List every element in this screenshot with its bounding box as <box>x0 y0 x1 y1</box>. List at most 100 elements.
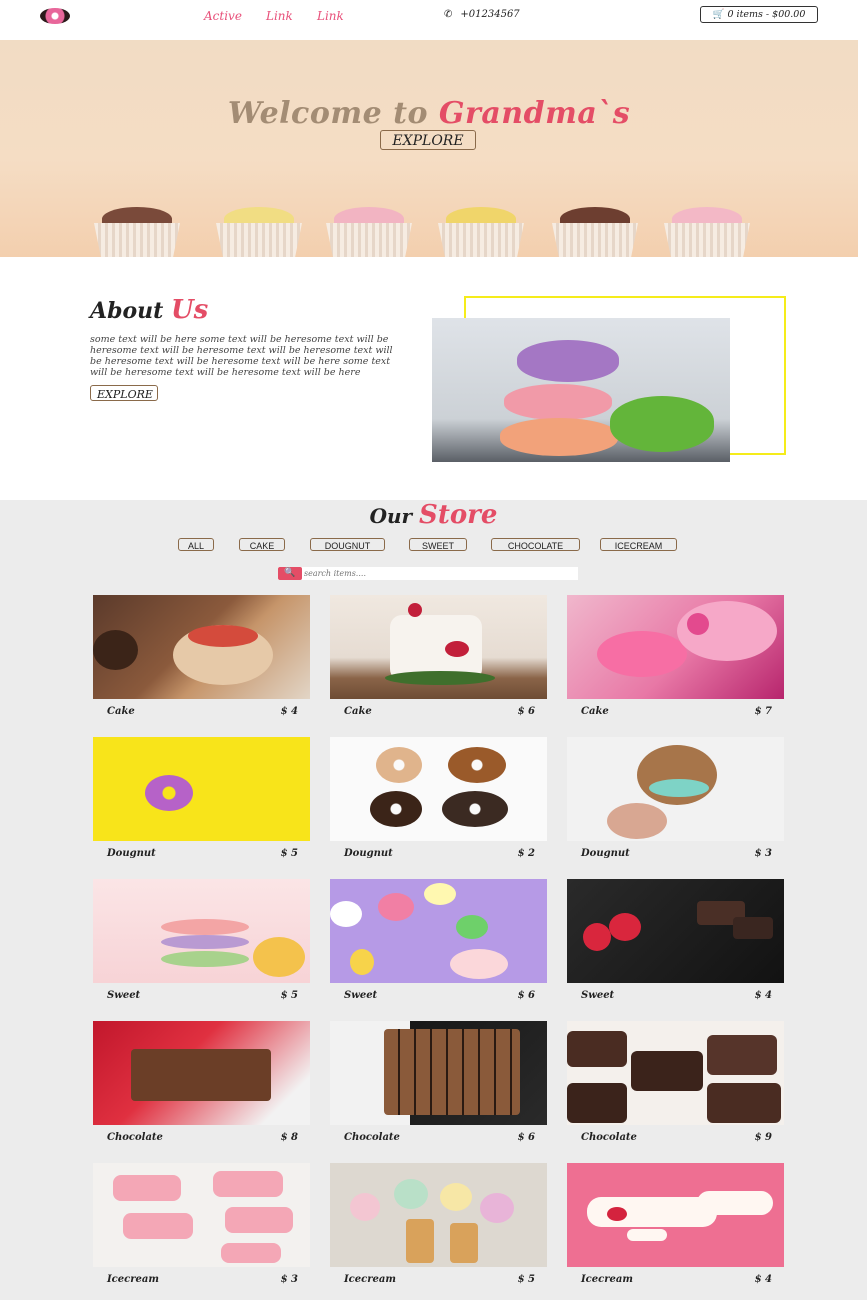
donut-logo-icon[interactable] <box>40 8 70 24</box>
product-price: $ 8 <box>280 1132 298 1143</box>
product-image[interactable] <box>567 737 784 841</box>
search-icon[interactable]: 🔍 <box>278 567 302 580</box>
product-price: $ 5 <box>517 1274 535 1285</box>
product-name: Chocolate <box>107 1132 163 1143</box>
product-name: Cake <box>344 706 372 717</box>
product-image[interactable] <box>330 737 547 841</box>
filter-icecream-button[interactable]: ICECREAM <box>600 538 677 551</box>
product-card[interactable]: Icecream $ 4 <box>567 1163 784 1298</box>
store-title-accent: Store <box>419 500 498 530</box>
product-card[interactable]: Cake $ 7 <box>567 595 784 730</box>
hero-title-accent: Grandma`s <box>438 96 631 131</box>
product-price: $ 3 <box>754 848 772 859</box>
store-title-prefix: Our <box>369 504 420 528</box>
filter-dougnut-button[interactable]: DOUGNUT <box>310 538 385 551</box>
product-image[interactable] <box>93 1163 310 1267</box>
product-name: Dougnut <box>581 848 630 859</box>
product-name: Cake <box>581 706 609 717</box>
product-image[interactable] <box>330 595 547 699</box>
product-card[interactable]: Icecream $ 3 <box>93 1163 310 1298</box>
navbar: Active Link Link ✆ +01234567 🛒 0 items - … <box>0 0 867 40</box>
product-name: Cake <box>107 706 135 717</box>
product-price: $ 9 <box>754 1132 772 1143</box>
phone-number: ✆ +01234567 <box>444 9 520 20</box>
cupcake-image <box>90 207 184 257</box>
about-title: About Us <box>90 295 208 325</box>
product-image[interactable] <box>330 1163 547 1267</box>
product-image[interactable] <box>567 595 784 699</box>
about-explore-button[interactable]: EXPLORE <box>90 385 158 401</box>
product-card[interactable]: Cake $ 4 <box>93 595 310 730</box>
filter-chocolate-button[interactable]: CHOCOLATE <box>491 538 580 551</box>
product-name: Chocolate <box>344 1132 400 1143</box>
hero-banner: Welcome to Grandma`s EXPLORE <box>0 40 858 257</box>
about-title-prefix: About <box>90 298 171 324</box>
product-price: $ 6 <box>517 706 535 717</box>
product-name: Dougnut <box>344 848 393 859</box>
product-card[interactable]: Sweet $ 4 <box>567 879 784 1014</box>
product-image[interactable] <box>93 1021 310 1125</box>
filter-all-button[interactable]: ALL <box>178 538 214 551</box>
product-name: Icecream <box>581 1274 633 1285</box>
product-name: Dougnut <box>107 848 156 859</box>
product-card[interactable]: Dougnut $ 2 <box>330 737 547 872</box>
product-card[interactable]: Dougnut $ 3 <box>567 737 784 872</box>
product-image[interactable] <box>93 737 310 841</box>
product-name: Icecream <box>344 1274 396 1285</box>
product-name: Sweet <box>581 990 615 1001</box>
product-price: $ 6 <box>517 1132 535 1143</box>
cupcake-image <box>548 207 642 257</box>
macaron-stack-image <box>432 318 730 462</box>
cart-label: 0 items - $00.00 <box>727 9 806 20</box>
search-bar: 🔍 <box>278 567 578 580</box>
product-price: $ 2 <box>517 848 535 859</box>
product-image[interactable] <box>93 879 310 983</box>
filter-cake-button[interactable]: CAKE <box>239 538 285 551</box>
product-card[interactable]: Chocolate $ 6 <box>330 1021 547 1156</box>
product-name: Chocolate <box>581 1132 637 1143</box>
product-image[interactable] <box>567 879 784 983</box>
cupcake-image <box>660 207 754 257</box>
product-price: $ 4 <box>754 1274 772 1285</box>
product-name: Sweet <box>107 990 141 1001</box>
product-price: $ 3 <box>280 1274 298 1285</box>
product-image[interactable] <box>567 1163 784 1267</box>
product-card[interactable]: Sweet $ 6 <box>330 879 547 1014</box>
nav-link-1[interactable]: Link <box>266 9 293 23</box>
about-title-accent: Us <box>170 295 209 325</box>
product-name: Icecream <box>107 1274 159 1285</box>
cupcake-image <box>322 207 416 257</box>
product-price: $ 4 <box>754 990 772 1001</box>
product-price: $ 4 <box>280 706 298 717</box>
filter-sweet-button[interactable]: SWEET <box>409 538 467 551</box>
product-card[interactable]: Cake $ 6 <box>330 595 547 730</box>
product-card[interactable]: Chocolate $ 9 <box>567 1021 784 1156</box>
product-card[interactable]: Dougnut $ 5 <box>93 737 310 872</box>
product-image[interactable] <box>330 1021 547 1125</box>
cupcake-image <box>212 207 306 257</box>
product-card[interactable]: Icecream $ 5 <box>330 1163 547 1298</box>
product-price: $ 7 <box>754 706 772 717</box>
store-section: Our Store ALL CAKE DOUGNUT SWEET CHOCOLA… <box>0 500 867 1300</box>
phone-icon: ✆ <box>444 9 453 20</box>
product-card[interactable]: Chocolate $ 8 <box>93 1021 310 1156</box>
product-image[interactable] <box>567 1021 784 1125</box>
hero-title: Welcome to Grandma`s <box>0 96 858 131</box>
nav-link-active[interactable]: Active <box>204 9 242 23</box>
store-title: Our Store <box>0 500 867 530</box>
product-image[interactable] <box>93 595 310 699</box>
product-price: $ 5 <box>280 990 298 1001</box>
nav-link-2[interactable]: Link <box>317 9 344 23</box>
product-card[interactable]: Sweet $ 5 <box>93 879 310 1014</box>
product-name: Sweet <box>344 990 378 1001</box>
hero-explore-button[interactable]: EXPLORE <box>380 130 476 150</box>
hero-title-prefix: Welcome to <box>227 96 439 131</box>
product-image[interactable] <box>330 879 547 983</box>
cupcake-image <box>434 207 528 257</box>
cart-button[interactable]: 🛒 0 items - $00.00 <box>700 6 818 23</box>
phone-text: +01234567 <box>460 9 520 20</box>
product-price: $ 5 <box>280 848 298 859</box>
cart-icon: 🛒 <box>712 9 725 20</box>
search-input[interactable] <box>304 567 574 580</box>
product-price: $ 6 <box>517 990 535 1001</box>
